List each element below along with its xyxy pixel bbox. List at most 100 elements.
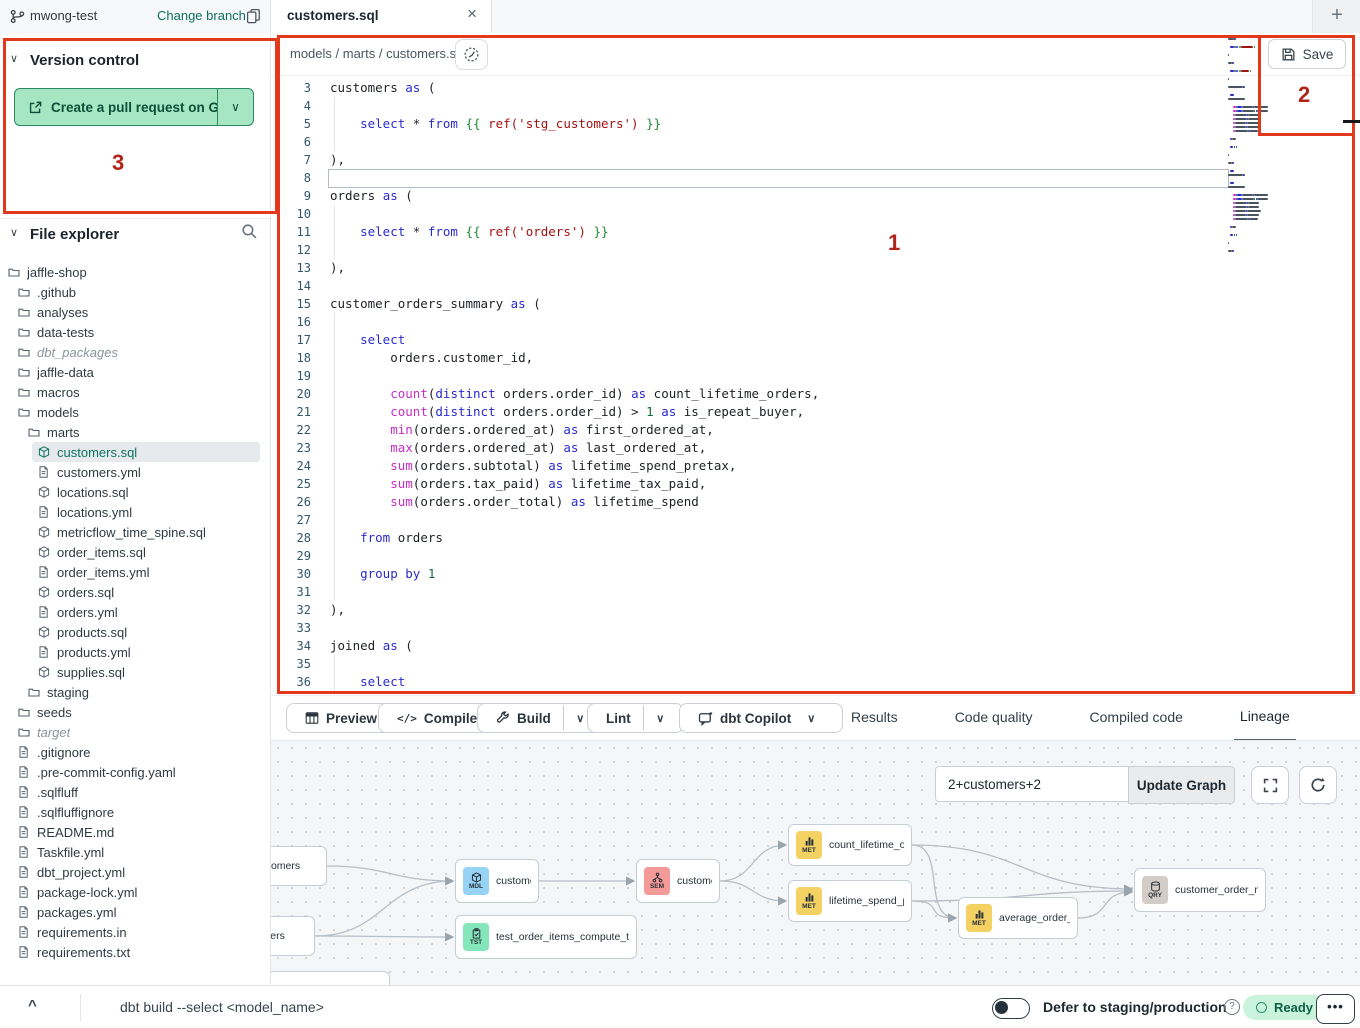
dbt-copilot-button[interactable]: dbt Copilot ∨: [679, 703, 843, 733]
file-tree-item-order-items-sql[interactable]: order_items.sql: [0, 542, 270, 562]
file-tree-item-package-lock-yml[interactable]: package-lock.yml: [0, 882, 270, 902]
file-tree-item-requirements-txt[interactable]: requirements.txt: [0, 942, 270, 962]
code-line-24[interactable]: 24 sum(orders.subtotal) as lifetime_spen…: [271, 457, 1360, 475]
lineage-node-lifetime-spend-pretax[interactable]: METlifetime_spend_pretax: [788, 880, 912, 922]
file-tree-item-locations-yml[interactable]: locations.yml: [0, 502, 270, 522]
code-line-16[interactable]: 16: [271, 313, 1360, 331]
expand-caret-icon[interactable]: ^: [28, 997, 37, 1014]
help-icon[interactable]: ?: [1224, 999, 1240, 1015]
file-tree-item-target[interactable]: target: [0, 722, 270, 742]
lint-button[interactable]: Lint ∨: [587, 703, 684, 733]
code-line-9[interactable]: 9orders as (: [271, 187, 1360, 205]
tab-compiled-code[interactable]: Compiled code: [1084, 696, 1189, 740]
file-tree-item-data-tests[interactable]: data-tests: [0, 322, 270, 342]
version-control-header[interactable]: ∨ Version control: [0, 50, 270, 74]
file-tree-item--sqlfluff[interactable]: .sqlfluff: [0, 782, 270, 802]
file-tree-item-marts[interactable]: marts: [0, 422, 270, 442]
overflow-menu-button[interactable]: •••: [1316, 994, 1355, 1024]
create-pull-request-button[interactable]: Create a pull request on Git... ∨: [14, 88, 254, 126]
file-tree-item-locations-sql[interactable]: locations.sql: [0, 482, 270, 502]
code-line-27[interactable]: 27: [271, 511, 1360, 529]
copy-icon[interactable]: [246, 7, 262, 25]
code-line-23[interactable]: 23 max(orders.ordered_at) as last_ordere…: [271, 439, 1360, 457]
file-tree-item-jaffle-shop[interactable]: jaffle-shop: [0, 262, 270, 282]
file-tree-item-customers-yml[interactable]: customers.yml: [0, 462, 270, 482]
code-line-21[interactable]: 21 count(distinct orders.order_id) > 1 a…: [271, 403, 1360, 421]
code-line-3[interactable]: 3customers as (: [271, 79, 1360, 97]
tab-lineage[interactable]: Lineage: [1234, 695, 1296, 742]
code-line-28[interactable]: 28 from orders: [271, 529, 1360, 547]
docs-compass-button[interactable]: [455, 39, 488, 70]
defer-toggle[interactable]: [992, 998, 1030, 1019]
fullscreen-button[interactable]: [1251, 766, 1289, 804]
file-tree-item-metricflow-time-spine-sql[interactable]: metricflow_time_spine.sql: [0, 522, 270, 542]
build-button[interactable]: Build ∨: [477, 703, 604, 733]
code-line-5[interactable]: 5 select * from {{ ref('stg_customers') …: [271, 115, 1360, 133]
code-line-14[interactable]: 14: [271, 277, 1360, 295]
file-tree-item-requirements-in[interactable]: requirements.in: [0, 922, 270, 942]
code-line-4[interactable]: 4: [271, 97, 1360, 115]
lineage-node-customers[interactable]: MDLcustomers: [455, 859, 539, 903]
pr-dropdown-chevron-icon[interactable]: ∨: [218, 100, 253, 114]
file-tree-item-orders-sql[interactable]: orders.sql: [0, 582, 270, 602]
file-tree-item-products-yml[interactable]: products.yml: [0, 642, 270, 662]
file-tree-item-macros[interactable]: macros: [0, 382, 270, 402]
lineage-node-test-order-items-compute-to-bools-[interactable]: TSTtest_order_items_compute_to_bools...: [455, 915, 637, 959]
file-tree-item-models[interactable]: models: [0, 402, 270, 422]
file-tree-item-orders-yml[interactable]: orders.yml: [0, 602, 270, 622]
file-tree-item-packages-yml[interactable]: packages.yml: [0, 902, 270, 922]
code-line-8[interactable]: 8: [271, 169, 1360, 187]
code-line-11[interactable]: 11 select * from {{ ref('orders') }}: [271, 223, 1360, 241]
file-tree-item-dbt-packages[interactable]: dbt_packages: [0, 342, 270, 362]
copilot-dropdown-chevron-icon[interactable]: ∨: [798, 705, 824, 731]
file-tree-item--sqlfluffignore[interactable]: .sqlfluffignore: [0, 802, 270, 822]
code-line-17[interactable]: 17 select: [271, 331, 1360, 349]
lineage-filter-input[interactable]: [935, 766, 1140, 802]
code-line-29[interactable]: 29: [271, 547, 1360, 565]
file-tree-item-order-items-yml[interactable]: order_items.yml: [0, 562, 270, 582]
code-line-35[interactable]: 35: [271, 655, 1360, 673]
tab-close-icon[interactable]: ×: [467, 4, 477, 24]
lint-dropdown-chevron-icon[interactable]: ∨: [643, 705, 677, 731]
file-tree-item-products-sql[interactable]: products.sql: [0, 622, 270, 642]
file-tree-item-customers-sql[interactable]: customers.sql: [32, 442, 260, 462]
editor-minimap[interactable]: [1228, 38, 1320, 276]
code-line-30[interactable]: 30 group by 1: [271, 565, 1360, 583]
code-line-12[interactable]: 12: [271, 241, 1360, 259]
lineage-node-customer-order-metrics[interactable]: QRYcustomer_order_metrics: [1134, 868, 1266, 912]
code-line-25[interactable]: 25 sum(orders.tax_paid) as lifetime_tax_…: [271, 475, 1360, 493]
tab-code-quality[interactable]: Code quality: [949, 696, 1039, 740]
lineage-node-customers[interactable]: SEMcustomers: [636, 859, 720, 903]
file-tree-item--pre-commit-config-yaml[interactable]: .pre-commit-config.yaml: [0, 762, 270, 782]
file-tree-item-seeds[interactable]: seeds: [0, 702, 270, 722]
code-line-32[interactable]: 32),: [271, 601, 1360, 619]
tab-results[interactable]: Results: [845, 696, 904, 740]
file-tree-item-dbt-project-yml[interactable]: dbt_project.yml: [0, 862, 270, 882]
refresh-button[interactable]: [1299, 766, 1337, 804]
code-line-33[interactable]: 33: [271, 619, 1360, 637]
code-line-20[interactable]: 20 count(distinct orders.order_id) as co…: [271, 385, 1360, 403]
file-tree-item-jaffle-data[interactable]: jaffle-data: [0, 362, 270, 382]
new-tab-button[interactable]: +: [1312, 0, 1360, 33]
change-branch-link[interactable]: Change branch: [157, 8, 246, 23]
lineage-node-orders[interactable]: orders: [271, 916, 315, 956]
code-line-6[interactable]: 6: [271, 133, 1360, 151]
search-icon[interactable]: [241, 223, 258, 240]
file-tree-item-readme-md[interactable]: README.md: [0, 822, 270, 842]
code-line-18[interactable]: 18 orders.customer_id,: [271, 349, 1360, 367]
create-pull-request-main[interactable]: Create a pull request on Git...: [15, 89, 218, 125]
file-tree-item-supplies-sql[interactable]: supplies.sql: [0, 662, 270, 682]
file-tree-item-analyses[interactable]: analyses: [0, 302, 270, 322]
lineage-node-count-lifetime-orders[interactable]: METcount_lifetime_orders: [788, 824, 912, 866]
file-tree-item--github[interactable]: .github: [0, 282, 270, 302]
file-tree-item--gitignore[interactable]: .gitignore: [0, 742, 270, 762]
code-line-22[interactable]: 22 min(orders.ordered_at) as first_order…: [271, 421, 1360, 439]
lineage-node-partial[interactable]: [271, 971, 390, 986]
code-editor[interactable]: 3customers as (45 select * from {{ ref('…: [271, 75, 1360, 695]
code-line-7[interactable]: 7),: [271, 151, 1360, 169]
lineage-node-average-order-value[interactable]: METaverage_order_value: [958, 897, 1078, 939]
code-line-31[interactable]: 31: [271, 583, 1360, 601]
code-line-34[interactable]: 34joined as (: [271, 637, 1360, 655]
code-line-15[interactable]: 15customer_orders_summary as (: [271, 295, 1360, 313]
command-hint[interactable]: dbt build --select <model_name>: [120, 999, 324, 1015]
